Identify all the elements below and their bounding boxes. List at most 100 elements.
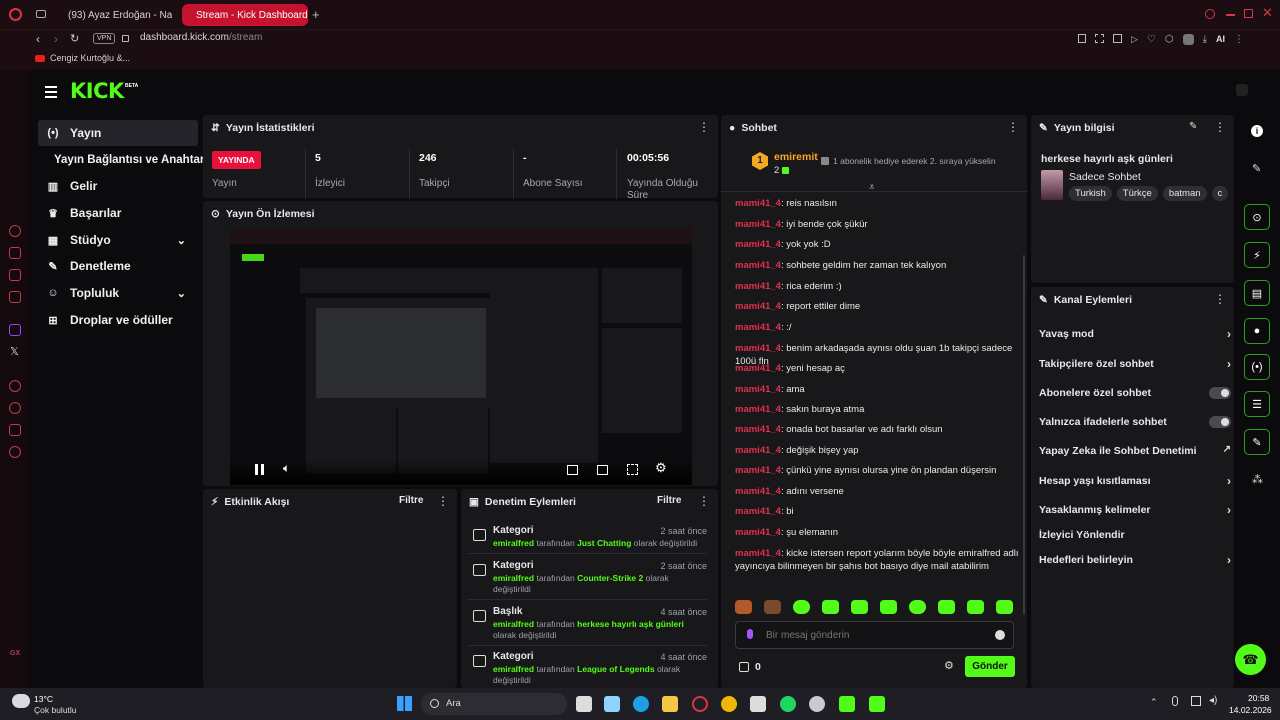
settings-icon[interactable] [9, 446, 21, 458]
opera-player-icon[interactable] [9, 380, 21, 392]
user-menu-icon[interactable] [1236, 84, 1248, 96]
clock-time[interactable]: 20:58 [1248, 693, 1269, 703]
chat-username[interactable]: mami41_4 [735, 219, 781, 230]
sidebar-item-studio[interactable]: ▦ Stüdyo ⌄ [38, 227, 198, 253]
action-user[interactable]: emiralfred [493, 664, 534, 674]
rail-button-broadcast[interactable]: (•) [1244, 354, 1270, 380]
chat-username[interactable]: mami41_4 [735, 404, 781, 415]
tab-youtube[interactable]: (93) Ayaz Erdoğan - Nasip [54, 4, 172, 26]
taskbar-search[interactable]: Ara [421, 693, 567, 715]
file-explorer-icon[interactable] [662, 696, 678, 712]
tag[interactable]: Turkish [1069, 186, 1112, 201]
opera-messenger-icon[interactable] [9, 247, 21, 259]
kick-logo[interactable]: KICK [70, 79, 124, 103]
search-tabs-icon[interactable] [1205, 9, 1215, 19]
play-icon[interactable]: ▷ [1131, 34, 1138, 45]
channel-action-row[interactable]: İzleyici Yönlendir [1039, 525, 1229, 545]
opera-instagram-icon[interactable] [9, 269, 21, 281]
rail-button-chat[interactable]: ● [1244, 318, 1270, 344]
chat-username[interactable]: mami41_4 [735, 465, 781, 476]
twitch-icon[interactable] [9, 324, 21, 336]
extensions-icon[interactable]: ⬡ [1165, 34, 1174, 45]
new-tab-button[interactable]: + [312, 7, 320, 22]
tray-chevron-icon[interactable]: ⌃ [1150, 697, 1158, 708]
video-preview[interactable]: 🔈︎ ⚙ [230, 228, 692, 485]
gx-icon[interactable]: GX [10, 650, 20, 657]
chat-username[interactable]: mami41_4 [735, 239, 781, 250]
channel-action-row[interactable]: Takipçilere özel sohbet › [1039, 354, 1231, 374]
channel-action-row[interactable]: Yapay Zeka ile Sohbet Denetimi ↗ [1039, 441, 1231, 461]
emote-icon[interactable] [909, 600, 926, 614]
info-icon[interactable]: i [1251, 125, 1263, 137]
chat-username[interactable]: mami41_4 [735, 322, 781, 333]
tag[interactable]: Türkçe [1116, 186, 1158, 201]
emote-icon[interactable] [793, 600, 810, 614]
tag[interactable]: batman [1162, 186, 1207, 201]
sidebar-item-moderation[interactable]: ✎ Denetleme [38, 253, 198, 279]
emote-icon[interactable] [822, 600, 839, 614]
sidebar-item-stream-key[interactable]: Yayın Bağlantısı ve Anahtarı [38, 147, 208, 173]
menu-icon[interactable]: ⋮ [1234, 34, 1244, 45]
chat-username[interactable]: mami41_4 [735, 198, 781, 209]
forward-icon[interactable]: › [54, 32, 58, 46]
pencil-icon[interactable]: ✎ [1252, 162, 1261, 175]
action-user[interactable]: emiralfred [493, 619, 534, 629]
send-button[interactable]: Gönder [965, 656, 1015, 677]
emoji-picker-icon[interactable] [995, 630, 1005, 640]
chat-username[interactable]: mami41_4 [735, 301, 781, 312]
channel-action-row[interactable]: Yalnızca ifadelerle sohbet [1039, 412, 1231, 432]
emote-icon[interactable] [938, 600, 955, 614]
heart-icon[interactable]: ♡ [1147, 34, 1156, 45]
users-icon[interactable]: ⁂ [1252, 473, 1263, 486]
history-icon[interactable] [9, 402, 21, 414]
sidebar-item-revenue[interactable]: ▥ Gelir [38, 173, 198, 199]
pinned-username[interactable]: emiremit [774, 151, 818, 163]
hamburger-menu-icon[interactable] [45, 86, 57, 98]
chat-username[interactable]: mami41_4 [735, 260, 781, 271]
chat-settings-icon[interactable]: ⚙ [944, 659, 954, 672]
channel-action-row[interactable]: Yasaklanmış kelimeler › [1039, 500, 1231, 520]
filter-button[interactable]: Filtre [657, 495, 681, 506]
theater-icon[interactable] [597, 465, 608, 475]
more-options-icon[interactable]: ⋮ [1007, 121, 1019, 133]
channel-action-row[interactable]: Yavaş mod › [1039, 324, 1231, 344]
opera-gx-icon[interactable] [692, 696, 708, 712]
workspace-icon[interactable] [36, 10, 46, 18]
back-icon[interactable]: ‹ [36, 32, 40, 46]
network-icon[interactable] [1191, 696, 1201, 706]
channel-action-row[interactable]: Abonelere özel sohbet [1039, 383, 1231, 403]
kick-studio-icon[interactable] [869, 696, 885, 712]
emote-icon[interactable] [764, 600, 781, 614]
sidebar-item-drops[interactable]: ⊞ Droplar ve ödüller [38, 307, 198, 333]
toggle-switch[interactable] [1209, 387, 1231, 399]
edit-icon[interactable]: ✎ [1189, 121, 1197, 132]
rail-button-bolt[interactable]: ⚡︎ [1244, 242, 1270, 268]
rail-button-viewers[interactable]: ⊙ [1244, 204, 1270, 230]
category-name[interactable]: Sadece Sohbet [1069, 171, 1141, 183]
store-icon[interactable] [750, 696, 766, 712]
chat-username[interactable]: mami41_4 [735, 445, 781, 456]
chat-scrollbar[interactable] [1023, 255, 1025, 615]
chat-username[interactable]: mami41_4 [735, 384, 781, 395]
settings-gear-icon[interactable]: ⚙ [655, 460, 667, 476]
opera-ai-icon[interactable] [9, 225, 21, 237]
chat-username[interactable]: mami41_4 [735, 486, 781, 497]
sidebar-item-stream[interactable]: (•) Yayın [38, 120, 198, 146]
more-options-icon[interactable]: ⋮ [1214, 121, 1226, 133]
fullscreen-icon[interactable] [627, 464, 638, 475]
steam-icon[interactable] [809, 696, 825, 712]
volume-tray-icon[interactable]: ◂) [1209, 695, 1217, 706]
action-user[interactable]: emiralfred [493, 573, 534, 583]
pip-icon[interactable] [567, 465, 578, 475]
chat-username[interactable]: mami41_4 [735, 281, 781, 292]
action-user[interactable]: emiralfred [493, 538, 534, 548]
opera-logo-icon[interactable] [9, 8, 22, 21]
microphone-icon[interactable] [747, 629, 753, 639]
chat-username[interactable]: mami41_4 [735, 548, 781, 559]
pause-icon[interactable] [255, 464, 264, 475]
tag[interactable]: c [1211, 186, 1229, 201]
opera-m-icon[interactable] [9, 291, 21, 303]
filter-button[interactable]: Filtre [399, 495, 423, 506]
chat-username[interactable]: mami41_4 [735, 527, 781, 538]
chat-username[interactable]: mami41_4 [735, 363, 781, 374]
